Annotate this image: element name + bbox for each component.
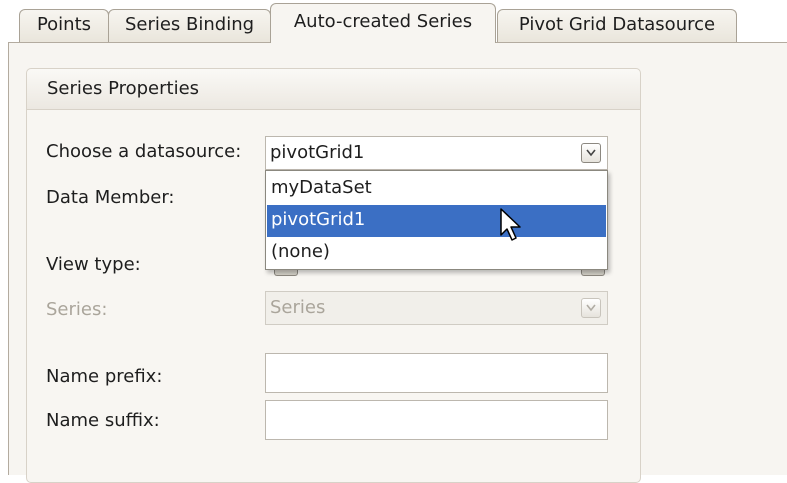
datasource-select[interactable]: pivotGrid1 [265,136,608,170]
datasource-label: Choose a datasource: [46,141,242,162]
dropdown-option-pivotgrid1[interactable]: pivotGrid1 [267,205,606,237]
name-suffix-input[interactable] [265,400,608,440]
series-select: Series [265,291,608,325]
dropdown-option-none[interactable]: (none) [267,237,606,269]
name-prefix-label: Name prefix: [46,366,163,387]
name-prefix-input[interactable] [265,353,608,393]
series-label: Series: [46,299,108,320]
name-suffix-label: Name suffix: [46,410,160,431]
chevron-down-icon[interactable] [581,143,601,163]
mouse-cursor-icon [500,208,521,241]
view-type-label: View type: [46,254,141,275]
series-value: Series [270,297,326,318]
datasource-dropdown-list[interactable]: myDataSet pivotGrid1 (none) [265,170,608,270]
datasource-value: pivotGrid1 [270,142,365,163]
chevron-down-icon [581,298,601,318]
dropdown-option-mydataset[interactable]: myDataSet [267,173,606,205]
data-member-label: Data Member: [46,187,175,208]
